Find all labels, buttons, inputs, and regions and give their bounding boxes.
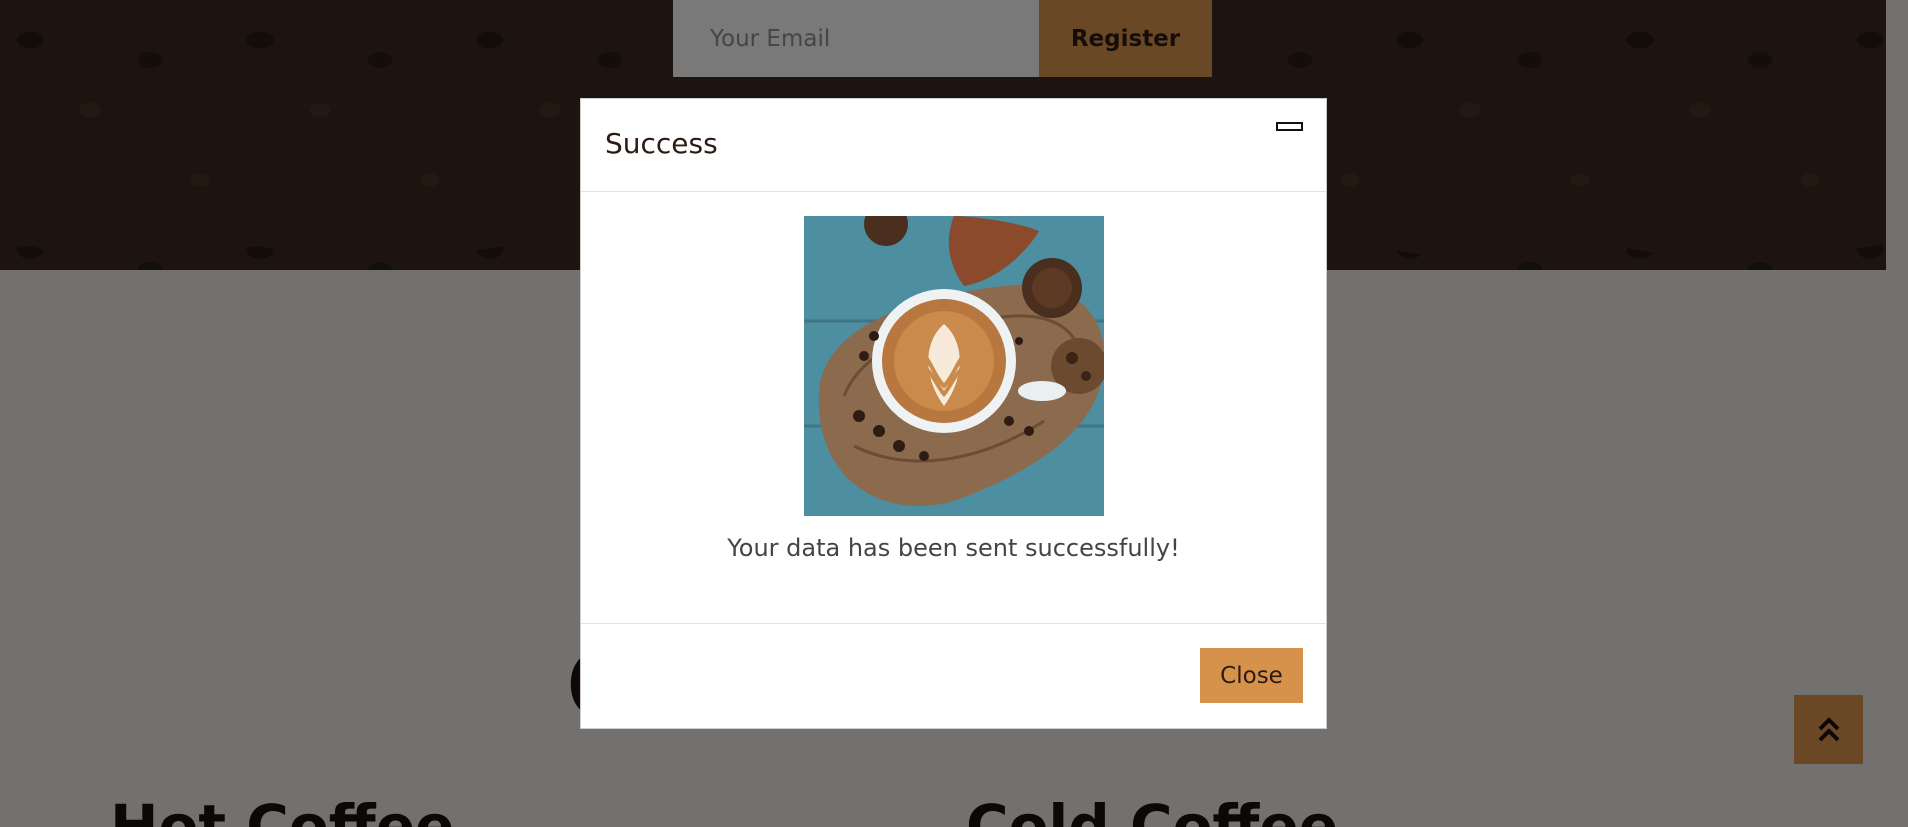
modal-close-button[interactable]	[1276, 121, 1303, 133]
close-button[interactable]: Close	[1200, 648, 1303, 703]
success-message: Your data has been sent successfully!	[727, 534, 1180, 562]
latte-art-image	[804, 216, 1104, 516]
modal-header: Success	[581, 99, 1326, 192]
modal-footer: Close	[581, 624, 1326, 728]
modal-title: Success	[605, 127, 718, 160]
modal-body: Your data has been sent successfully!	[581, 192, 1326, 624]
page: Register C Hot Coffee Cold Coffee Succes…	[0, 0, 1908, 827]
close-icon	[1276, 122, 1303, 131]
success-modal: Success Your data has been sent successf…	[580, 98, 1327, 729]
